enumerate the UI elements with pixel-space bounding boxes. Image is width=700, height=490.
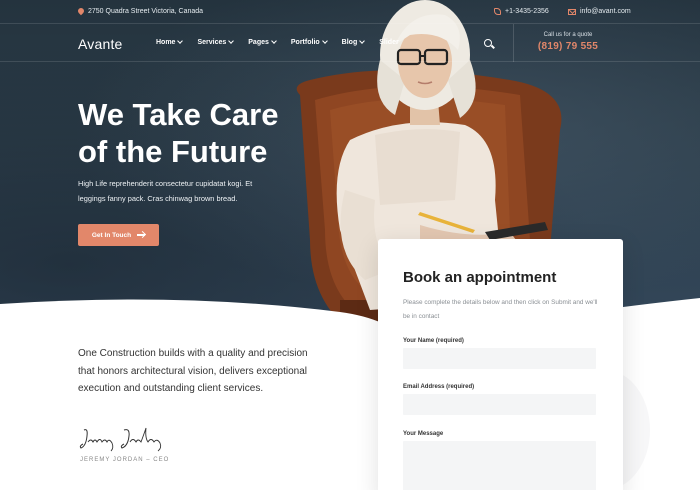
phone-text[interactable]: +1-3435-2356 <box>505 8 549 15</box>
nav-item-services[interactable]: Services <box>197 38 235 46</box>
get-in-touch-button[interactable]: Get In Touch <box>78 224 159 246</box>
ceo-signature <box>79 427 162 452</box>
site-logo[interactable]: Avante <box>78 36 123 52</box>
chevron-down-icon <box>321 38 328 44</box>
nav-divider <box>513 24 514 62</box>
search-icon[interactable] <box>484 39 492 47</box>
nav-item-blog[interactable]: Blog <box>341 38 366 46</box>
cta-label: Get In Touch <box>91 231 132 239</box>
subtext-line-2: leggings fanny pack. Cras chinwag brown … <box>78 194 238 203</box>
about-paragraph: One Construction builds with a quality a… <box>78 348 308 394</box>
quote-call-box[interactable]: Call us for a quote (819) 79 555 <box>528 32 608 52</box>
email-text[interactable]: info@avant.com <box>580 8 631 15</box>
top-contact-bar: 2750 Quadra Street Victoria, Canada +1-3… <box>0 0 700 24</box>
name-label: Your Name (required) <box>403 338 464 344</box>
nav-item-pages[interactable]: Pages <box>248 38 277 46</box>
subtext-line-1: High Life reprehenderit consectetur cupi… <box>78 179 253 188</box>
address-text: 2750 Quadra Street Victoria, Canada <box>88 8 204 15</box>
headline-line-1: We Take Care <box>78 97 279 132</box>
nav-item-label: Blog <box>341 39 358 46</box>
chevron-down-icon <box>271 38 277 44</box>
chevron-down-icon <box>359 38 366 44</box>
nav-item-label: Services <box>197 39 227 46</box>
nav-item-label: Home <box>156 39 176 46</box>
nav-item-label: Pages <box>248 39 269 46</box>
nav-item-portfolio[interactable]: Portfolio <box>290 38 328 46</box>
main-navigation: Avante Home Services Pages Portfolio Blo… <box>0 24 700 62</box>
headline-line-2: of the Future <box>78 134 268 169</box>
phone-icon <box>494 8 501 15</box>
hero-headline: We Take Care of the Future <box>78 96 338 170</box>
nav-item-home[interactable]: Home <box>156 38 184 46</box>
location-pin-icon <box>78 8 84 15</box>
appointment-form-card: Book an appointment Please complete the … <box>378 239 623 490</box>
envelope-icon <box>568 8 576 15</box>
email-label: Email Address (required) <box>403 384 475 390</box>
message-textarea[interactable] <box>403 441 596 490</box>
form-title: Book an appointment <box>403 269 557 286</box>
form-description: Please complete the details below and th… <box>403 299 598 320</box>
nav-item-label: Slider <box>379 39 399 46</box>
address-info: 2750 Quadra Street Victoria, Canada <box>78 8 203 15</box>
nav-item-label: Portfolio <box>290 39 320 46</box>
email-info[interactable]: info@avant.com <box>568 8 631 15</box>
name-field[interactable] <box>403 348 596 369</box>
hero-subtext: High Life reprehenderit consectetur cupi… <box>78 176 288 206</box>
chevron-down-icon <box>228 38 235 44</box>
phone-info[interactable]: +1-3435-2356 <box>494 8 549 15</box>
quote-phone-number[interactable]: (819) 79 555 <box>528 41 608 52</box>
quote-label: Call us for a quote <box>543 32 593 38</box>
nav-menu: Home Services Pages Portfolio Blog Slide… <box>156 38 414 46</box>
email-field[interactable] <box>403 394 596 415</box>
signature-name: JEREMY JORDAN – CEO <box>80 457 170 463</box>
nav-item-slider[interactable]: Slider <box>379 39 398 46</box>
arrow-right-icon <box>137 234 146 236</box>
chevron-down-icon <box>177 38 184 44</box>
message-label: Your Message <box>403 431 444 437</box>
